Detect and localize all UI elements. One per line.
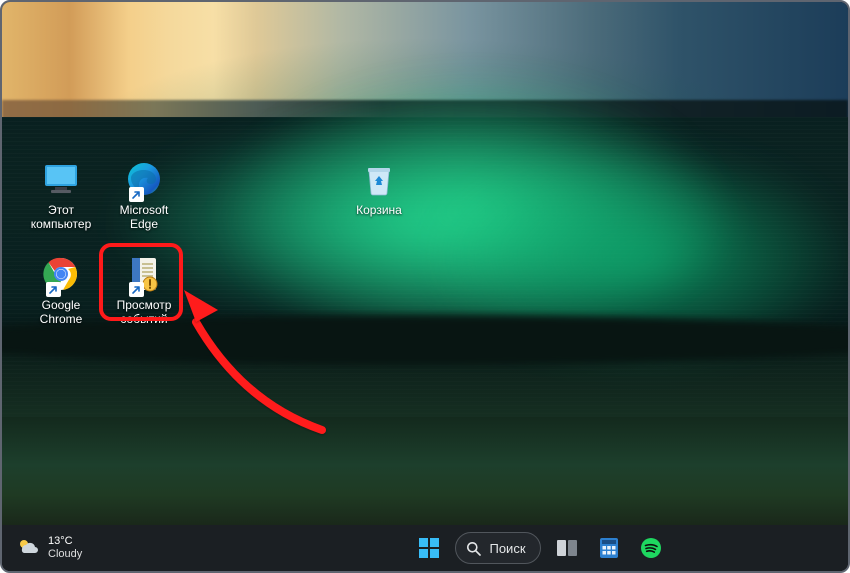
shortcut-arrow-icon [46, 282, 61, 297]
weather-icon [16, 534, 40, 563]
spotify-icon [640, 537, 662, 559]
desktop-icon-edge[interactable]: Microsoft Edge [107, 159, 181, 231]
taskbar-weather-widget[interactable]: 13°C Cloudy [16, 534, 82, 563]
task-view-icon [556, 539, 578, 557]
taskbar: 13°C Cloudy Поиск [2, 525, 848, 571]
taskbar-app-taskview[interactable] [551, 532, 583, 564]
desktop-icon-label: Этот компьютер [24, 203, 98, 231]
windows-logo-icon [418, 537, 440, 559]
weather-condition: Cloudy [48, 548, 82, 561]
desktop-icon-label: Корзина [342, 203, 416, 217]
start-button[interactable] [413, 532, 445, 564]
shortcut-arrow-icon [129, 282, 144, 297]
recycle-bin-icon [359, 159, 399, 199]
search-icon [466, 541, 481, 556]
desktop-screen: Этот компьютер Microsoft Edge [0, 0, 850, 573]
wallpaper-sky [2, 2, 848, 122]
taskbar-search-box[interactable]: Поиск [455, 532, 540, 564]
desktop-icon-event-viewer[interactable]: Просмотр событий [107, 254, 181, 326]
taskbar-app-spotify[interactable] [635, 532, 667, 564]
desktop-icon-label: Microsoft Edge [107, 203, 181, 231]
weather-temperature: 13°C [48, 535, 82, 548]
desktop-icon-label: Google Chrome [24, 298, 98, 326]
wallpaper-shoreline [2, 325, 848, 525]
desktop-icon-this-pc[interactable]: Этот компьютер [24, 159, 98, 231]
taskbar-app-calculator[interactable] [593, 532, 625, 564]
shortcut-arrow-icon [129, 187, 144, 202]
calculator-icon [598, 537, 620, 559]
desktop-icon-recycle-bin[interactable]: Корзина [342, 159, 416, 217]
monitor-icon [41, 159, 81, 199]
desktop-icon-chrome[interactable]: Google Chrome [24, 254, 98, 326]
desktop-icon-label: Просмотр событий [107, 298, 181, 326]
search-placeholder: Поиск [489, 541, 525, 556]
taskbar-center-tray: Поиск [2, 525, 848, 571]
